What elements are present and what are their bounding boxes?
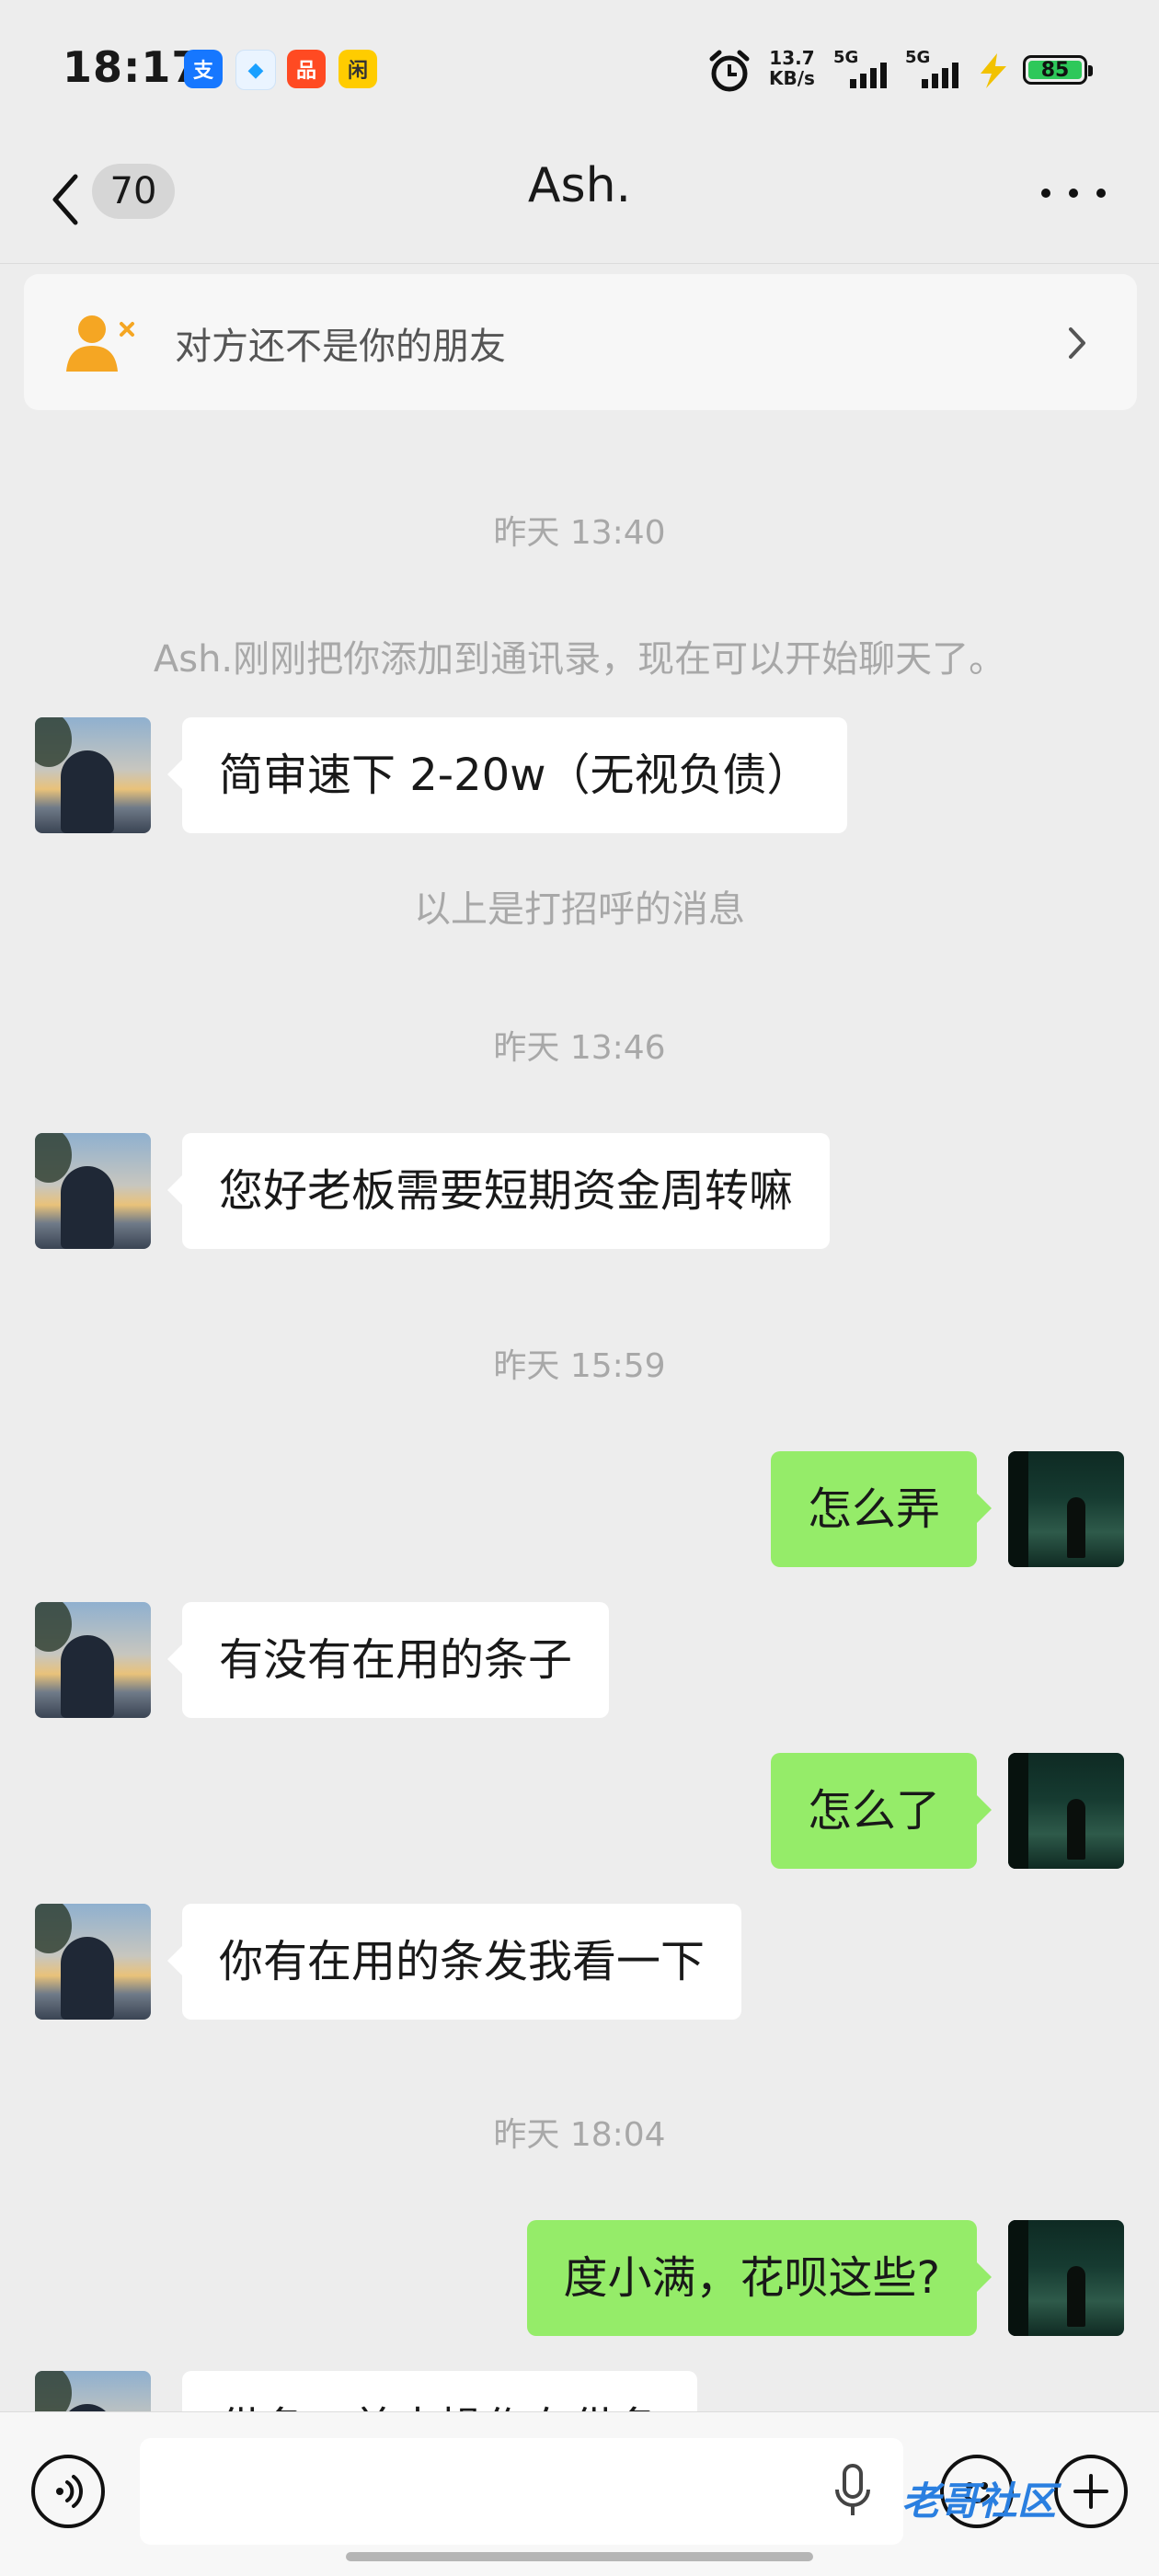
- chat-title: Ash.: [527, 158, 632, 213]
- signal-icon-2: [922, 63, 958, 88]
- microphone-icon[interactable]: [832, 2462, 874, 2521]
- home-indicator[interactable]: [346, 2552, 813, 2561]
- system-message: 以上是打招呼的消息: [414, 888, 745, 931]
- incoming-message-bubble[interactable]: 简审速下 2-20w（无视负债）: [166, 717, 848, 833]
- more-options-icon[interactable]: [1041, 175, 1106, 212]
- system-message: Ash.刚刚把你添加到通讯录，现在可以开始聊天了。: [153, 638, 1006, 681]
- chevron-right-icon: [1069, 327, 1085, 359]
- voice-icon: [56, 2475, 83, 2508]
- alarm-icon: [709, 50, 750, 92]
- add-more-button[interactable]: [1054, 2455, 1128, 2528]
- alipay-icon: 支: [184, 50, 223, 88]
- status-time: 18:17: [63, 42, 202, 92]
- contact-avatar[interactable]: [35, 1602, 151, 1718]
- outgoing-message-bubble[interactable]: 度小满，花呗这些?: [526, 2220, 993, 2336]
- chat-header: 70 Ash.: [0, 138, 1159, 264]
- plus-icon: [1073, 2474, 1108, 2509]
- signal-icon: [850, 63, 887, 88]
- add-friend-icon: [66, 315, 134, 372]
- message-timestamp: 昨天 18:04: [493, 2116, 666, 2154]
- battery-icon: 85: [1023, 55, 1093, 85]
- my-avatar[interactable]: [1008, 1451, 1124, 1567]
- message-timestamp: 昨天 13:46: [493, 1029, 666, 1067]
- message-timestamp: 昨天 15:59: [493, 1347, 666, 1385]
- my-avatar[interactable]: [1008, 1753, 1124, 1869]
- contact-avatar[interactable]: [35, 1133, 151, 1249]
- net-speed: 13.7 KB/s: [769, 47, 815, 89]
- outgoing-message-bubble[interactable]: 怎么弄: [770, 1451, 993, 1567]
- watermark: 老哥社区: [901, 2479, 1057, 2524]
- charging-icon: [981, 53, 1006, 88]
- not-friend-notice[interactable]: 对方还不是你的朋友: [24, 274, 1137, 410]
- not-friend-text: 对方还不是你的朋友: [175, 326, 506, 368]
- message-timestamp: 昨天 13:40: [493, 514, 666, 552]
- message-input[interactable]: [140, 2438, 903, 2545]
- incoming-message-bubble[interactable]: 您好老板需要短期资金周转嘛: [166, 1133, 831, 1249]
- incoming-message-bubble[interactable]: 有没有在用的条子: [166, 1602, 610, 1718]
- contact-avatar[interactable]: [35, 1904, 151, 2020]
- status-bar: 18:17 支 ◆ 品 闲 13.7 KB/s 5G 5G 85: [0, 0, 1159, 138]
- taobao-icon: 品: [287, 50, 326, 88]
- voice-toggle-button[interactable]: [31, 2455, 105, 2528]
- my-avatar[interactable]: [1008, 2220, 1124, 2336]
- quark-icon: 闲: [339, 50, 377, 88]
- app-icon: ◆: [235, 50, 276, 90]
- outgoing-message-bubble[interactable]: 怎么了: [770, 1753, 993, 1869]
- incoming-message-bubble[interactable]: 你有在用的条发我看一下: [166, 1904, 742, 2020]
- contact-avatar[interactable]: [35, 717, 151, 833]
